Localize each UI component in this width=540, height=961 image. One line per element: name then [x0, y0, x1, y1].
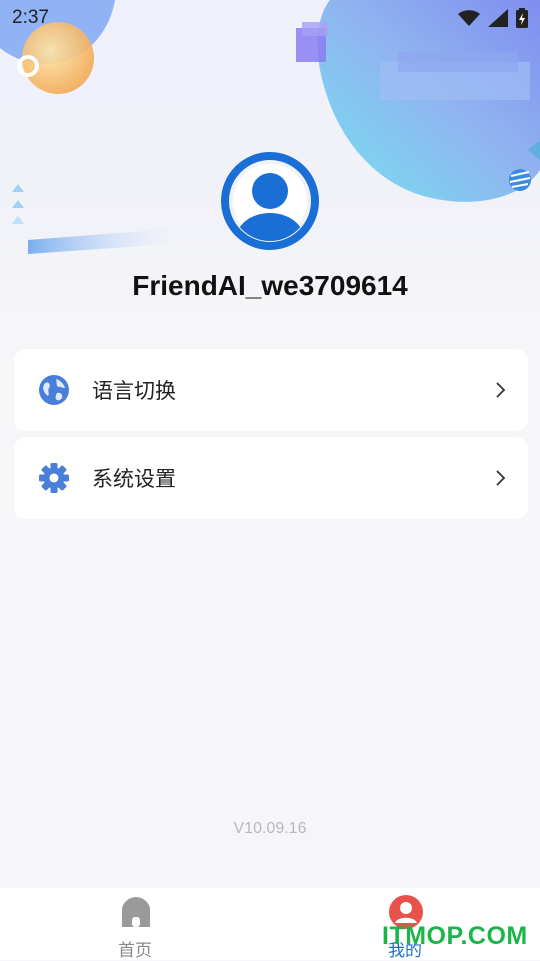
tab-home[interactable]: 首页: [0, 888, 270, 960]
avatar[interactable]: [220, 151, 320, 251]
tab-label: 首页: [118, 941, 152, 960]
home-icon: [122, 897, 150, 927]
watermark: ITMOP.COM: [382, 922, 528, 950]
menu-item-label: 语言切换: [92, 380, 176, 403]
user-avatar-icon: [221, 152, 319, 250]
menu-item-language[interactable]: 语言切换: [14, 349, 528, 431]
status-bar: 2:37: [0, 0, 540, 36]
menu-item-label: 系统设置: [92, 468, 176, 491]
app-version: V10.09.16: [233, 820, 307, 837]
username: FriendAI_we3709614: [132, 270, 408, 301]
status-icons: [458, 8, 528, 28]
chevron-right-icon: [496, 470, 506, 486]
gear-icon: [39, 463, 69, 493]
battery-icon: [516, 8, 528, 28]
globe-icon: [39, 375, 69, 405]
wifi-icon: [458, 10, 480, 26]
status-time: 2:37: [12, 7, 49, 28]
menu-item-settings[interactable]: 系统设置: [14, 437, 528, 519]
cellular-signal-icon: [488, 9, 508, 27]
chevron-right-icon: [496, 382, 506, 398]
